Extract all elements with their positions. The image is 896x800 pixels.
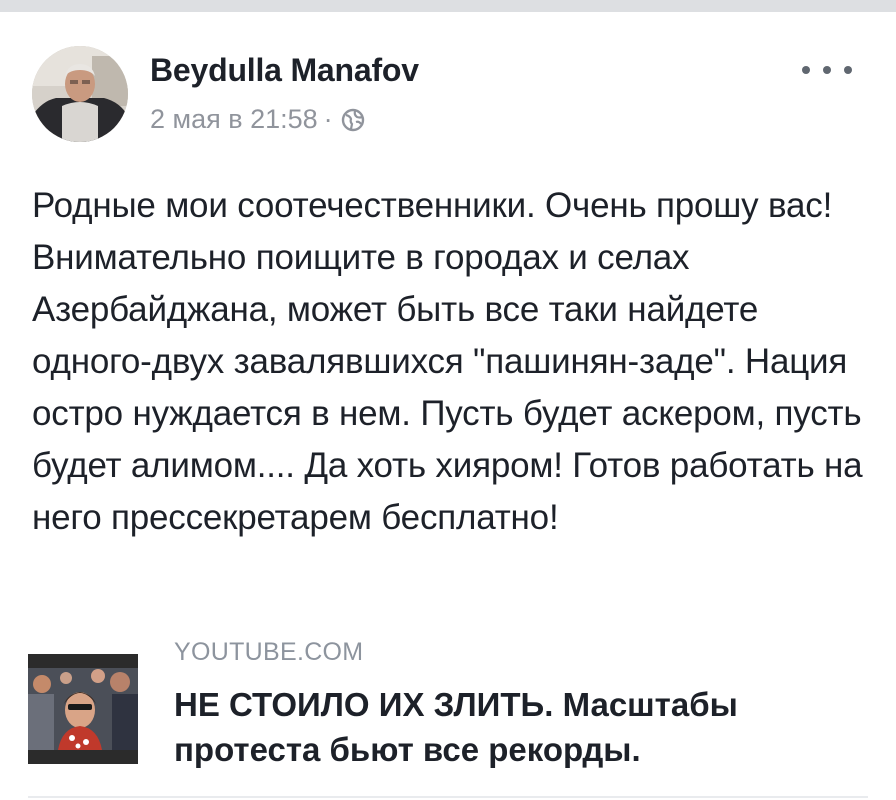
post-card: Beydulla Manafov 2 мая в 21:58 · Родные … bbox=[0, 12, 896, 800]
more-dot bbox=[802, 66, 810, 74]
author-avatar[interactable] bbox=[32, 46, 128, 142]
post-timestamp[interactable]: 2 мая в 21:58 bbox=[150, 104, 318, 135]
link-preview[interactable]: YOUTUBE.COM НЕ СТОИЛО ИХ ЗЛИТЬ. Масштабы… bbox=[28, 638, 868, 778]
post-meta: 2 мая в 21:58 · bbox=[150, 104, 365, 135]
more-options-icon[interactable] bbox=[802, 60, 852, 80]
link-domain: YOUTUBE.COM bbox=[174, 638, 364, 666]
link-thumbnail[interactable] bbox=[28, 654, 138, 764]
author-name[interactable]: Beydulla Manafov bbox=[150, 52, 419, 89]
meta-separator: · bbox=[323, 104, 333, 134]
link-title[interactable]: НЕ СТОИЛО ИХ ЗЛИТЬ. Масштабы протеста бь… bbox=[174, 682, 864, 772]
more-dot bbox=[844, 66, 852, 74]
post-divider bbox=[28, 796, 868, 798]
top-separator-strip bbox=[0, 0, 896, 12]
more-dot bbox=[823, 66, 831, 74]
globe-icon bbox=[341, 108, 365, 132]
post-text: Родные мои соотечественники. Очень прошу… bbox=[32, 186, 863, 537]
